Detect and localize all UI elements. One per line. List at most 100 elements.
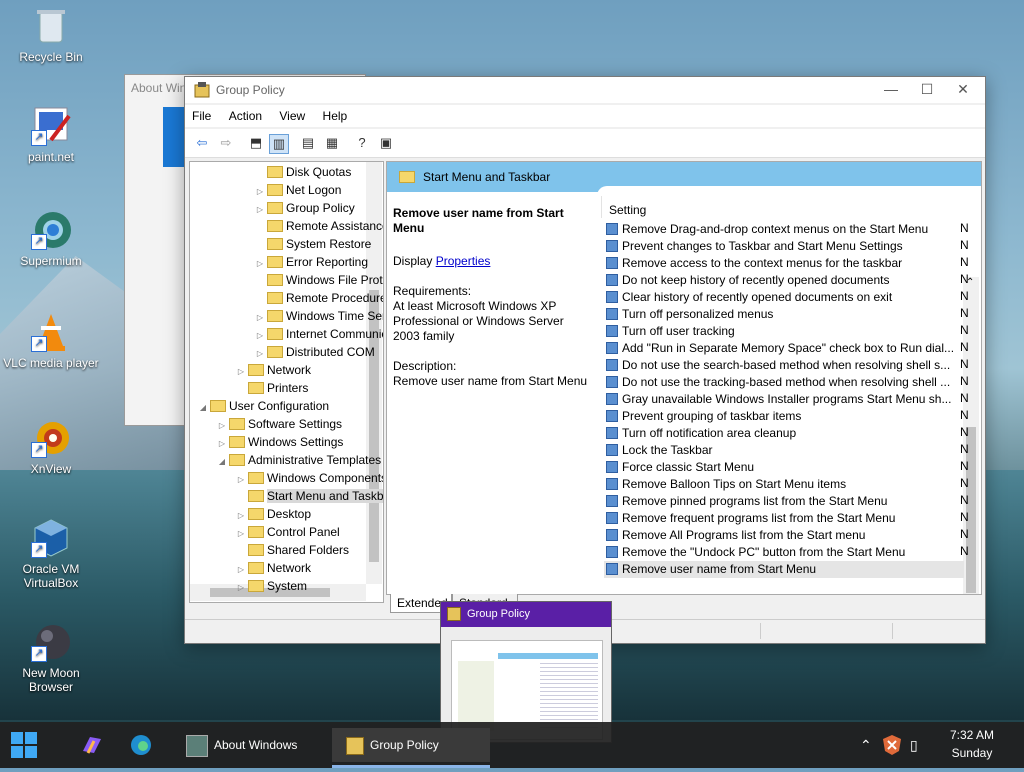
tree-node[interactable]: Start Menu and Taskbar: [236, 487, 383, 505]
tree-node[interactable]: Windows File Protection: [255, 271, 383, 289]
start-button[interactable]: [10, 728, 38, 762]
desktop-icon-vlc[interactable]: ↗ VLC media player: [1, 312, 101, 370]
console-tree[interactable]: Disk Quotas ▷ Net Logon ▷ Group Policy Remote…: [189, 161, 384, 603]
setting-row[interactable]: Remove pinned programs list from the Sta…: [604, 493, 964, 510]
tree-node[interactable]: System Restore: [255, 235, 371, 253]
setting-row[interactable]: Gray unavailable Windows Installer progr…: [604, 391, 964, 408]
tree-node[interactable]: ▷Windows Time Service: [255, 307, 383, 325]
setting-row[interactable]: Remove the "Undock PC" button from the S…: [604, 544, 964, 561]
menu-help[interactable]: Help: [316, 105, 355, 123]
setting-row[interactable]: Do not use the tracking-based method whe…: [604, 374, 964, 391]
tree-node[interactable]: ◢ Administrative Templates: [217, 451, 381, 469]
setting-row[interactable]: Turn off personalized menus: [604, 306, 964, 323]
setting-name: Remove Balloon Tips on Start Menu items: [622, 477, 847, 491]
setting-column-header[interactable]: Setting: [609, 203, 646, 217]
tree-node[interactable]: ▷Internet Communication: [255, 325, 383, 343]
setting-row[interactable]: Remove frequent programs list from the S…: [604, 510, 964, 527]
export-list-icon[interactable]: ▦: [323, 134, 341, 152]
tree-node[interactable]: Printers: [236, 379, 308, 397]
properties-icon[interactable]: ▤: [299, 134, 317, 152]
desktop-icon-paint-net[interactable]: ↗ paint.net: [1, 106, 101, 164]
tree-node[interactable]: ▷ Desktop: [236, 505, 311, 523]
minimize-button[interactable]: —: [873, 77, 909, 103]
shortcut-arrow-icon: ↗: [31, 234, 47, 250]
title-bar[interactable]: Group Policy — ☐ ✕: [185, 77, 985, 103]
setting-row[interactable]: Remove Drag-and-drop context menus on th…: [604, 221, 964, 238]
setting-row[interactable]: Turn off user tracking: [604, 323, 964, 340]
tree-node[interactable]: ▷ System: [236, 577, 307, 595]
setting-row[interactable]: Remove Balloon Tips on Start Menu items: [604, 476, 964, 493]
expand-chevron-icon[interactable]: ◢: [198, 399, 208, 417]
extended-description: Remove user name from Start Menu Display…: [393, 206, 593, 389]
tree-node[interactable]: ▷ Group Policy: [255, 199, 355, 217]
setting-row[interactable]: Remove user name from Start Menu: [604, 561, 964, 578]
tree-node-label: Desktop: [267, 507, 312, 521]
usb-device-icon[interactable]: ▯: [910, 728, 918, 762]
menu-file[interactable]: File: [185, 105, 218, 123]
setting-row[interactable]: Add "Run in Separate Memory Space" check…: [604, 340, 964, 357]
setting-name: Turn off personalized menus: [622, 307, 774, 321]
taskbar-about-windows[interactable]: About Windows: [186, 728, 316, 762]
setting-row[interactable]: Lock the Taskbar: [604, 442, 964, 459]
tree-node[interactable]: ▷ Software Settings: [217, 415, 342, 433]
setting-row[interactable]: Prevent changes to Taskbar and Start Men…: [604, 238, 964, 255]
tree-node[interactable]: Remote Procedure Call: [255, 289, 383, 307]
clock[interactable]: 7:32 AM Sunday: [950, 726, 994, 762]
setting-name: Add "Run in Separate Memory Space" check…: [622, 341, 955, 355]
tree-node-label: Administrative Templates: [248, 453, 382, 467]
setting-state-cell: N: [960, 374, 969, 388]
tree-node[interactable]: ▷ Distributed COM: [255, 343, 375, 361]
forward-arrow-icon[interactable]: ⇨: [217, 134, 235, 152]
setting-row[interactable]: Remove All Programs list from the Start …: [604, 527, 964, 544]
desktop-icon-virtualbox[interactable]: ↗ Oracle VM VirtualBox: [1, 518, 101, 590]
shortcut-arrow-icon: ↗: [31, 130, 47, 146]
tree-node[interactable]: Shared Folders: [236, 541, 349, 559]
show-hidden-icons-chevron-icon[interactable]: ⌃: [860, 728, 872, 762]
properties-link[interactable]: Properties: [436, 254, 491, 268]
desktop-icon-supermium[interactable]: ↗ Supermium: [1, 210, 101, 268]
setting-row[interactable]: Turn off notification area cleanup: [604, 425, 964, 442]
taskbar-group-policy[interactable]: Group Policy: [332, 728, 490, 768]
setting-row[interactable]: Clear history of recently opened documen…: [604, 289, 964, 306]
show-hide-tree-icon[interactable]: ▥: [269, 134, 289, 154]
setting-row[interactable]: Do not keep history of recently opened d…: [604, 272, 964, 289]
up-folder-icon[interactable]: ⬒: [247, 134, 265, 152]
maximize-button[interactable]: ☐: [909, 77, 945, 103]
back-arrow-icon[interactable]: ⇦: [193, 134, 211, 152]
policy-setting-icon: [606, 512, 618, 524]
policy-setting-icon: [606, 291, 618, 303]
tree-node[interactable]: ▷ Network: [236, 559, 311, 577]
expand-chevron-icon[interactable]: ◢: [217, 453, 227, 471]
help-icon[interactable]: ?: [353, 134, 371, 152]
tree-node[interactable]: ▷ Network: [236, 361, 311, 379]
expand-chevron-icon[interactable]: ▷: [236, 579, 246, 597]
tree-node[interactable]: ▷ Net Logon: [255, 181, 341, 199]
menu-view[interactable]: View: [272, 105, 312, 123]
tree-node-label: Disk Quotas: [286, 165, 352, 179]
security-shield-icon[interactable]: [882, 728, 902, 762]
tree-node[interactable]: ▷ Windows Components: [236, 469, 383, 487]
edge-button[interactable]: [130, 728, 152, 762]
tree-node[interactable]: ▷ Error Reporting: [255, 253, 368, 271]
tree-node[interactable]: ◢ User Configuration: [198, 397, 329, 415]
tree-node[interactable]: ▷ Control Panel: [236, 523, 340, 541]
setting-row[interactable]: Do not use the search-based method when …: [604, 357, 964, 374]
close-button[interactable]: ✕: [945, 77, 981, 103]
setting-row[interactable]: Force classic Start Menu: [604, 459, 964, 476]
group-policy-app-icon: [346, 736, 364, 755]
setting-row[interactable]: Prevent grouping of taskbar items: [604, 408, 964, 425]
console-icon[interactable]: ▣: [377, 134, 395, 152]
desktop-icon-recycle-bin[interactable]: Recycle Bin: [1, 6, 101, 64]
tree-node[interactable]: ▷ Windows Settings: [217, 433, 343, 451]
tree-node[interactable]: Disk Quotas: [255, 163, 351, 181]
desktop-icon-xnview[interactable]: ↗ XnView: [1, 418, 101, 476]
copilot-icon: [83, 737, 101, 754]
desktop-icon-new-moon[interactable]: ↗ New Moon Browser: [1, 622, 101, 694]
copilot-button[interactable]: [80, 728, 104, 762]
menu-action[interactable]: Action: [222, 105, 269, 123]
desktop-icon-label: New Moon Browser: [22, 666, 80, 694]
folder-icon: [229, 418, 245, 430]
tree-node[interactable]: Remote Assistance: [255, 217, 383, 235]
setting-row[interactable]: Remove access to the context menus for t…: [604, 255, 964, 272]
group-policy-window[interactable]: Group Policy — ☐ ✕ File Action View Help…: [184, 76, 986, 644]
